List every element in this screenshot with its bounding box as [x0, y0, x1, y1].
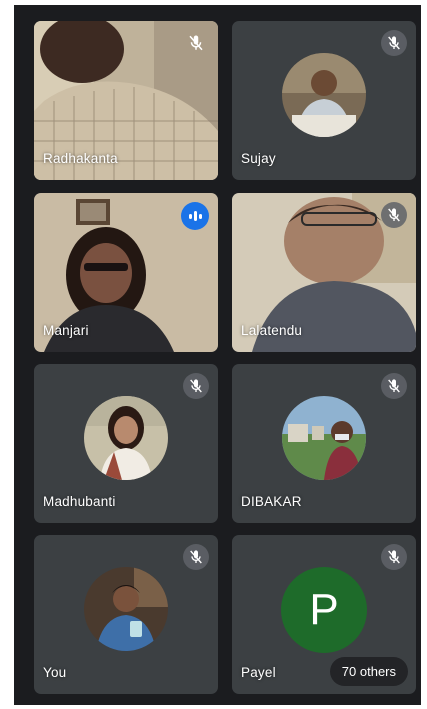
speaking-indicator-icon: [181, 202, 209, 230]
mic-off-icon: [381, 544, 407, 570]
mic-off-icon: [381, 373, 407, 399]
participant-tile-you[interactable]: You: [34, 535, 218, 694]
mic-off-icon: [381, 202, 407, 228]
avatar: [282, 52, 366, 137]
participant-name: Lalatendu: [241, 323, 303, 338]
participant-tile-manjari[interactable]: Manjari: [34, 193, 218, 352]
avatar-letter: P: [281, 566, 367, 653]
participant-tile-dibakar[interactable]: DIBAKAR: [232, 364, 416, 523]
participant-name: Madhubanti: [43, 494, 116, 509]
participant-name: Payel: [241, 665, 276, 680]
participant-tile-payel[interactable]: P Payel 70 others: [232, 535, 416, 694]
participant-name: Radhakanta: [43, 151, 118, 166]
participant-tile-radhakanta[interactable]: Radhakanta: [34, 21, 218, 180]
mic-off-icon: [183, 373, 209, 399]
participant-tile-madhubanti[interactable]: Madhubanti: [34, 364, 218, 523]
mic-off-icon: [183, 544, 209, 570]
participant-name: Sujay: [241, 151, 276, 166]
participant-tile-lalatendu[interactable]: Lalatendu: [232, 193, 416, 352]
mic-off-icon: [381, 30, 407, 56]
others-button[interactable]: 70 others: [329, 657, 408, 686]
participant-name: You: [43, 665, 67, 680]
participant-name: DIBAKAR: [241, 494, 302, 509]
avatar: [282, 395, 366, 480]
avatar: [84, 395, 168, 480]
avatar: [84, 566, 168, 651]
mic-off-icon: [183, 30, 209, 56]
meeting-grid: Radhakanta Sujay Manjari Lalatendu Madhu…: [14, 5, 421, 705]
participant-tile-sujay[interactable]: Sujay: [232, 21, 416, 180]
participant-name: Manjari: [43, 323, 89, 338]
